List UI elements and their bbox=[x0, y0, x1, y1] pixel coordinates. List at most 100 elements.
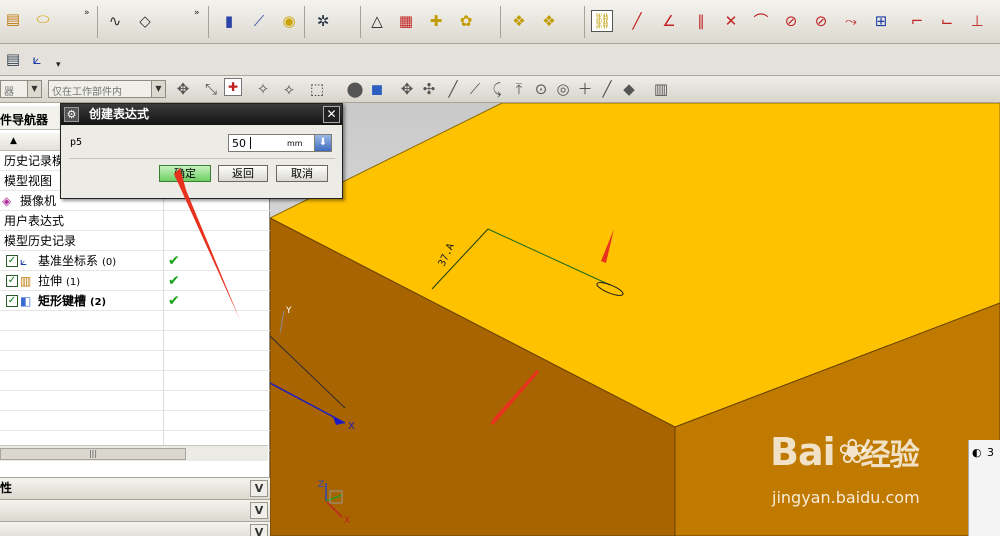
trim-icon[interactable]: ⊥ bbox=[966, 10, 988, 32]
line-icon[interactable]: ╱ bbox=[626, 10, 648, 32]
on-curve-icon[interactable]: ╱ bbox=[596, 78, 618, 100]
grid-icon[interactable]: ⊞ bbox=[870, 10, 892, 32]
cancel-button[interactable]: 取消 bbox=[276, 165, 328, 182]
shaded-icon[interactable]: ⬤ bbox=[344, 78, 366, 100]
arc-center-icon[interactable]: ⊙ bbox=[530, 78, 552, 100]
visibility-checkbox[interactable]: ✓ bbox=[6, 255, 18, 267]
panel-icon[interactable]: ▥ bbox=[650, 78, 672, 100]
triangle-icon[interactable]: △ bbox=[366, 10, 388, 32]
visibility-checkbox[interactable]: ✓ bbox=[6, 295, 18, 307]
sketch-curve-icon[interactable]: ∿ bbox=[104, 10, 126, 32]
layers-icon[interactable]: ▤ bbox=[2, 48, 24, 70]
main-toolbar: ▤ ⬭ » ∿ ◇ » ▮ ⟋ ◉ ✲ △ ▦ ✚ ✿ ❖ ❖ ⛓ ╱ ∠ ∥ … bbox=[0, 0, 1000, 44]
scrollbar-thumb[interactable]: ||| bbox=[0, 448, 186, 460]
fillet-icon[interactable]: ⌐ bbox=[906, 10, 928, 32]
dependencies-panel-bar[interactable]: V bbox=[0, 499, 270, 521]
expression-name-label: p5 bbox=[70, 137, 83, 148]
close-icon[interactable]: ✕ bbox=[323, 106, 340, 123]
spline-icon[interactable]: ⤳ bbox=[840, 10, 862, 32]
scope-filter-combo[interactable]: 仅在工作部件内 ▼ bbox=[48, 80, 166, 98]
navigator-title-text: 部件导航器 bbox=[0, 113, 49, 127]
chevron-down-icon: ▼ bbox=[27, 81, 41, 97]
tangent-icon[interactable]: ⊘ bbox=[810, 10, 832, 32]
circle-line-icon[interactable]: ⊘ bbox=[780, 10, 802, 32]
watermark-site: jingyan.baidu.com bbox=[772, 488, 920, 507]
link-icon[interactable]: ⛓ bbox=[591, 10, 613, 32]
properties-label: 性 bbox=[0, 481, 13, 495]
divider bbox=[69, 158, 335, 159]
table-icon[interactable]: ▦ bbox=[395, 10, 417, 32]
model-icon[interactable]: ▤ bbox=[2, 8, 24, 30]
add-feature-icon[interactable]: ✚ bbox=[425, 10, 447, 32]
point-icon[interactable]: ＋ bbox=[574, 78, 596, 100]
details-panel-bar[interactable]: V bbox=[0, 521, 270, 536]
pipe-icon[interactable]: ⟋ bbox=[248, 10, 270, 32]
gear-icon[interactable]: ⚙ bbox=[64, 107, 79, 122]
feature-index: (0) bbox=[102, 257, 117, 268]
slot-icon: ◧ bbox=[20, 294, 32, 308]
toolbar-overflow-icon[interactable]: » bbox=[194, 8, 200, 18]
parallel-line-icon[interactable]: ∥ bbox=[690, 10, 712, 32]
expression-value: 50 bbox=[232, 137, 246, 150]
display-icon[interactable]: ⬭ bbox=[32, 8, 54, 30]
quadrant-icon[interactable]: ◎ bbox=[552, 78, 574, 100]
sort-up-icon: ▲ bbox=[10, 136, 17, 146]
z-axis-label: Z bbox=[318, 480, 324, 490]
tree-row-empty bbox=[0, 331, 270, 351]
reset-filter-icon[interactable]: ⤡ bbox=[200, 78, 222, 100]
feature-index: (2) bbox=[90, 297, 107, 308]
filter-settings-icon[interactable]: ✥ bbox=[172, 78, 194, 100]
chevron-down-icon[interactable]: V bbox=[250, 502, 268, 519]
separator bbox=[304, 6, 305, 38]
angle-line-icon[interactable]: ∠ bbox=[658, 10, 680, 32]
tree-row-label: 模型历史记录 bbox=[4, 234, 77, 248]
secondary-toolbar: ▤ ⟀ ▾ bbox=[0, 44, 1000, 76]
separator bbox=[584, 6, 585, 38]
endpoint-icon[interactable]: ╱ bbox=[442, 78, 464, 100]
csys-icon[interactable]: ⟀ bbox=[26, 48, 48, 70]
extrude-icon: ▥ bbox=[20, 274, 32, 288]
baidu-watermark: Bai 经验 ❀ jingyan.baidu.com bbox=[770, 430, 970, 515]
tree-row-label: 用户表达式 bbox=[4, 214, 65, 228]
triad-x-label: X bbox=[344, 516, 350, 526]
tree-row-label: 历史记录模 bbox=[4, 154, 65, 168]
separator bbox=[97, 6, 98, 38]
tree-row-empty bbox=[0, 411, 270, 431]
type-filter-combo[interactable]: 器 ▼ bbox=[0, 80, 42, 98]
side-panel[interactable]: ◐ 3 bbox=[968, 440, 1000, 536]
x-axis-label: X bbox=[348, 421, 355, 432]
dropdown-icon[interactable]: ▾ bbox=[56, 60, 61, 70]
control-point-icon[interactable]: ⤹ bbox=[486, 78, 508, 100]
snap-icon[interactable]: ✧ bbox=[252, 78, 274, 100]
box-select-icon[interactable]: ⬚ bbox=[306, 78, 328, 100]
surface-icon[interactable]: ◇ bbox=[134, 10, 156, 32]
component-add-icon[interactable]: ❖ bbox=[538, 10, 560, 32]
select-add-icon[interactable]: ✚ bbox=[224, 78, 242, 96]
perpendicular-icon[interactable]: ✕ bbox=[720, 10, 742, 32]
assembly-icon[interactable]: ✿ bbox=[455, 10, 477, 32]
chamfer-icon[interactable]: ⌙ bbox=[936, 10, 958, 32]
horizontal-scrollbar[interactable]: ||| bbox=[0, 445, 268, 461]
pattern-icon[interactable]: ✲ bbox=[312, 10, 334, 32]
chevron-down-icon[interactable]: V bbox=[250, 480, 268, 497]
cylinder-icon[interactable]: ▮ bbox=[218, 10, 240, 32]
toolbar-overflow-icon[interactable]: » bbox=[84, 8, 90, 18]
move-icon[interactable]: ✥ bbox=[396, 78, 418, 100]
expression-value-field[interactable]: 50 mm ⬇ bbox=[228, 134, 332, 152]
dialog-titlebar[interactable]: ⚙ 创建表达式 ✕ bbox=[61, 104, 342, 125]
chevron-down-icon[interactable]: V bbox=[250, 524, 268, 536]
boss-icon[interactable]: ◉ bbox=[278, 10, 300, 32]
solid-icon[interactable]: ◼ bbox=[366, 78, 388, 100]
arrow-down-icon[interactable]: ⬇ bbox=[314, 135, 331, 151]
side-panel-label: 3 bbox=[987, 446, 994, 459]
component-icon[interactable]: ❖ bbox=[508, 10, 530, 32]
properties-panel-bar[interactable]: 性 V bbox=[0, 477, 270, 499]
on-face-icon[interactable]: ◆ bbox=[618, 78, 640, 100]
visibility-checkbox[interactable]: ✓ bbox=[6, 275, 18, 287]
intersection-icon[interactable]: ⤒ bbox=[508, 78, 530, 100]
rotate-icon[interactable]: ✣ bbox=[418, 78, 440, 100]
arc-icon[interactable]: ⌒ bbox=[750, 10, 772, 32]
tree-row-label: 矩形键槽 bbox=[38, 294, 87, 308]
midpoint-icon[interactable]: ⟋ bbox=[464, 78, 486, 100]
snap-edge-icon[interactable]: ⟡ bbox=[278, 78, 300, 100]
